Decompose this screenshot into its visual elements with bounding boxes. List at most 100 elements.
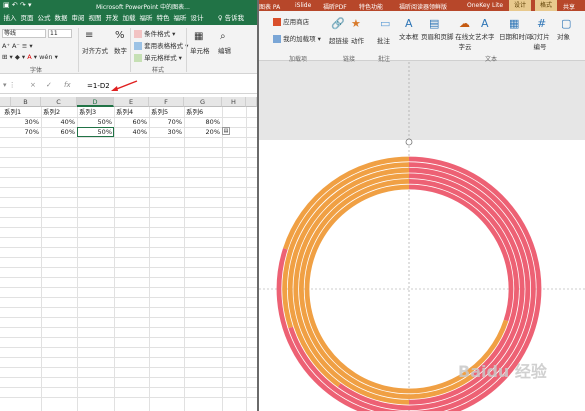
wordart-icon[interactable]: A [481, 17, 489, 30]
hyperlink-button[interactable]: 超链接 [329, 35, 349, 45]
action-icon[interactable]: ★ [351, 17, 361, 30]
cell-d1[interactable]: 系列3 [79, 107, 96, 117]
comment-icon[interactable]: ▭ [380, 17, 390, 30]
tab-design[interactable]: 设计 [189, 13, 205, 25]
corner-header[interactable] [0, 97, 11, 107]
column-header-h[interactable]: H [222, 97, 246, 107]
font-name-select[interactable]: 等线 [2, 29, 46, 38]
cell-c1[interactable]: 系列2 [43, 107, 60, 117]
font-format-buttons[interactable]: A⁺ A⁻ ≡ ▾ [2, 42, 33, 50]
formula-input[interactable]: =1-D2 [87, 82, 110, 90]
save-icon[interactable]: ▣ ↶ ↷ ▾ [3, 1, 32, 9]
object-icon[interactable]: ▢ [561, 17, 571, 30]
tab-foxit-pdf[interactable]: 福昕PDF [323, 2, 347, 11]
cell-b1[interactable]: 系列1 [4, 107, 21, 117]
search-icon[interactable]: ♀ 告诉我 [211, 13, 251, 25]
ribbon-separator [130, 28, 131, 72]
edit-icon[interactable]: ⌕ [220, 31, 226, 42]
cancel-icon[interactable]: × [30, 81, 36, 89]
cell-e3[interactable]: 40% [114, 127, 149, 137]
slide-number-button[interactable]: 幻灯片编号 [529, 31, 551, 51]
tab-foxit-2[interactable]: 福昕 [172, 13, 188, 25]
my-addins-button[interactable]: 我的加载项 ▾ [273, 33, 321, 43]
textbox-icon[interactable]: A [405, 17, 413, 30]
percent-icon[interactable]: % [115, 30, 125, 41]
tab-chart-design[interactable]: 设计 [509, 0, 532, 11]
tab-foxit[interactable]: 福昕 [138, 13, 154, 25]
cell-g3[interactable]: 20% [184, 127, 222, 137]
cell-b3[interactable]: 70% [11, 127, 41, 137]
confirm-icon[interactable]: ✓ [46, 81, 52, 89]
hyperlink-icon[interactable]: 🔗 [331, 17, 345, 30]
comment-button[interactable]: 批注 [377, 35, 390, 45]
spreadsheet-grid[interactable]: B C D E F G H 系列1 系列2 系列3 系列4 系列5 系列6 30… [0, 97, 257, 411]
column-header-c[interactable]: C [41, 97, 77, 107]
app-store-button[interactable]: 应用商店 [273, 16, 309, 26]
column-header-i[interactable] [246, 97, 257, 107]
cell-c2[interactable]: 40% [41, 117, 77, 127]
tab-special[interactable]: 特色 [155, 13, 171, 25]
number-format-button[interactable]: 数字 [114, 45, 127, 55]
font-color-buttons[interactable]: ⊞ ▾ ◆ ▾ A ▾ wén ▾ [2, 53, 58, 61]
cell-style-button[interactable]: 单元格样式 ▾ [134, 52, 182, 62]
name-box[interactable]: ▾ ⋮ [3, 81, 16, 89]
active-cell-d3[interactable] [77, 127, 114, 137]
tab-addins[interactable]: 加载 [121, 13, 137, 25]
align-icon[interactable]: ≡ [85, 30, 93, 41]
cells-button[interactable]: 单元格 [190, 45, 210, 55]
cell-e1[interactable]: 系列4 [116, 107, 133, 117]
column-header-f[interactable]: F [149, 97, 184, 107]
tab-chart-format[interactable]: 格式 [535, 0, 558, 11]
row-line [0, 357, 257, 358]
share-button[interactable]: 共享 [563, 2, 575, 11]
slide-number-icon[interactable]: # [537, 17, 546, 30]
row-line [0, 267, 257, 268]
quick-analysis-icon[interactable]: ▤ [222, 127, 230, 135]
tab-formula[interactable]: 公式 [36, 13, 52, 25]
column-header-d[interactable]: D [77, 97, 114, 107]
font-size-select[interactable]: 11 [48, 29, 72, 38]
object-button[interactable]: 对象 [557, 31, 570, 41]
date-time-icon[interactable]: ▦ [509, 17, 519, 30]
conditional-format-button[interactable]: 条件格式 ▾ [134, 28, 175, 38]
table-format-button[interactable]: 套用表格格式 ▾ [134, 40, 188, 50]
column-header-e[interactable]: E [114, 97, 149, 107]
cell-c3[interactable]: 60% [41, 127, 77, 137]
tab-foxit-reader[interactable]: 福昕阅读器领鲜版 [399, 2, 447, 11]
column-header-g[interactable]: G [184, 97, 222, 107]
cell-f3[interactable]: 30% [149, 127, 184, 137]
row-line [0, 187, 257, 188]
rotate-handle[interactable] [405, 138, 413, 146]
tab-onekey[interactable]: OneKey Lite [467, 2, 503, 9]
column-header-b[interactable]: B [11, 97, 41, 107]
tab-islide[interactable]: iSlide [295, 2, 311, 9]
date-time-button[interactable]: 日期和时间 [499, 31, 532, 41]
header-footer-icon[interactable]: ▤ [429, 17, 439, 30]
cell-e2[interactable]: 60% [114, 117, 149, 127]
textbox-button[interactable]: 文本框 [399, 31, 419, 41]
tab-page[interactable]: 页面 [19, 13, 35, 25]
cell-f1[interactable]: 系列5 [151, 107, 168, 117]
cells-icon[interactable]: ▦ [194, 31, 203, 42]
cell-g1[interactable]: 系列6 [186, 107, 203, 117]
cell-b2[interactable]: 30% [11, 117, 41, 127]
word-cloud-icon[interactable]: ☁ [459, 17, 470, 30]
align-button[interactable]: 对齐方式 [82, 45, 108, 55]
tab-view[interactable]: 视图 [87, 13, 103, 25]
cell-d2[interactable]: 50% [77, 117, 114, 127]
tab-data[interactable]: 数据 [53, 13, 69, 25]
action-button[interactable]: 动作 [351, 35, 364, 45]
cell-f2[interactable]: 70% [149, 117, 184, 127]
tab-review[interactable]: 审阅 [70, 13, 86, 25]
online-text-button[interactable]: 在线文字云 [455, 31, 475, 51]
tab-chart-pa[interactable]: 图表 PA [259, 2, 280, 11]
cell-g2[interactable]: 80% [184, 117, 222, 127]
wordart-button[interactable]: 艺术字 [475, 31, 495, 41]
tab-special-features[interactable]: 特色功能 [359, 2, 383, 11]
fx-icon[interactable]: fx [64, 81, 71, 89]
tab-developer[interactable]: 开发 [104, 13, 120, 25]
edit-button[interactable]: 编辑 [218, 45, 231, 55]
column-line [114, 107, 115, 411]
header-footer-button[interactable]: 页眉和页脚 [421, 31, 454, 41]
tab-insert[interactable]: 插入 [2, 13, 18, 25]
